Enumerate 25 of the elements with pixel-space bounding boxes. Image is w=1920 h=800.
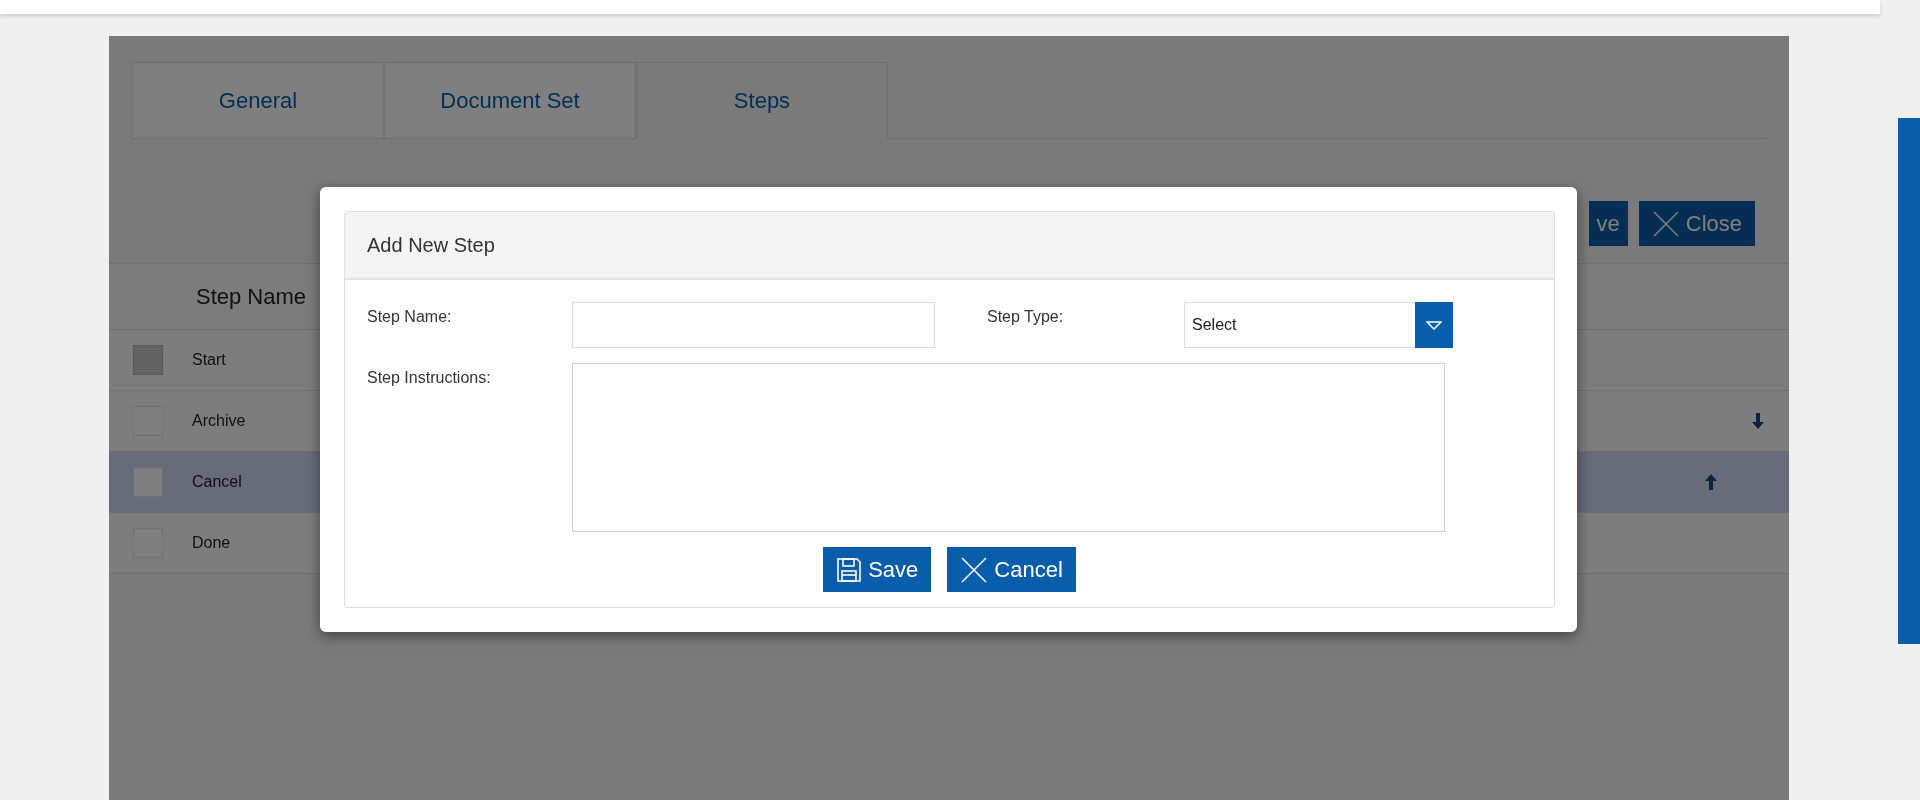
tab[interactable]: Steps bbox=[636, 62, 888, 139]
field-label: Step Name: bbox=[367, 307, 453, 327]
step-name: Cancel bbox=[192, 473, 243, 491]
step-name: Archive bbox=[192, 412, 247, 430]
arrow-up-icon[interactable] bbox=[1704, 474, 1717, 490]
save-icon bbox=[836, 556, 863, 583]
text-area[interactable] bbox=[572, 363, 1445, 532]
dialog-title: Add New Step bbox=[367, 233, 495, 257]
close-icon bbox=[960, 555, 989, 584]
close-icon bbox=[1651, 209, 1680, 238]
step-name: Done bbox=[192, 534, 232, 552]
select-dropdown[interactable]: Select bbox=[1184, 302, 1453, 348]
tab[interactable]: Document Set bbox=[384, 62, 636, 139]
step-name: Start bbox=[192, 351, 227, 369]
save-button[interactable]: ve bbox=[1588, 201, 1628, 246]
save-button[interactable]: Save bbox=[823, 547, 932, 592]
input-field[interactable] bbox=[572, 302, 935, 348]
tab[interactable]: General bbox=[132, 62, 384, 139]
close-button[interactable]: Close bbox=[1638, 201, 1755, 246]
arrow-down-icon[interactable] bbox=[1751, 413, 1764, 429]
cancel-button[interactable]: Cancel bbox=[947, 547, 1076, 592]
field-label: Step Instructions: bbox=[367, 368, 492, 388]
field-label: Step Type: bbox=[987, 307, 1065, 327]
caret-icon bbox=[1426, 320, 1442, 330]
column-header: Step Name bbox=[196, 283, 307, 310]
